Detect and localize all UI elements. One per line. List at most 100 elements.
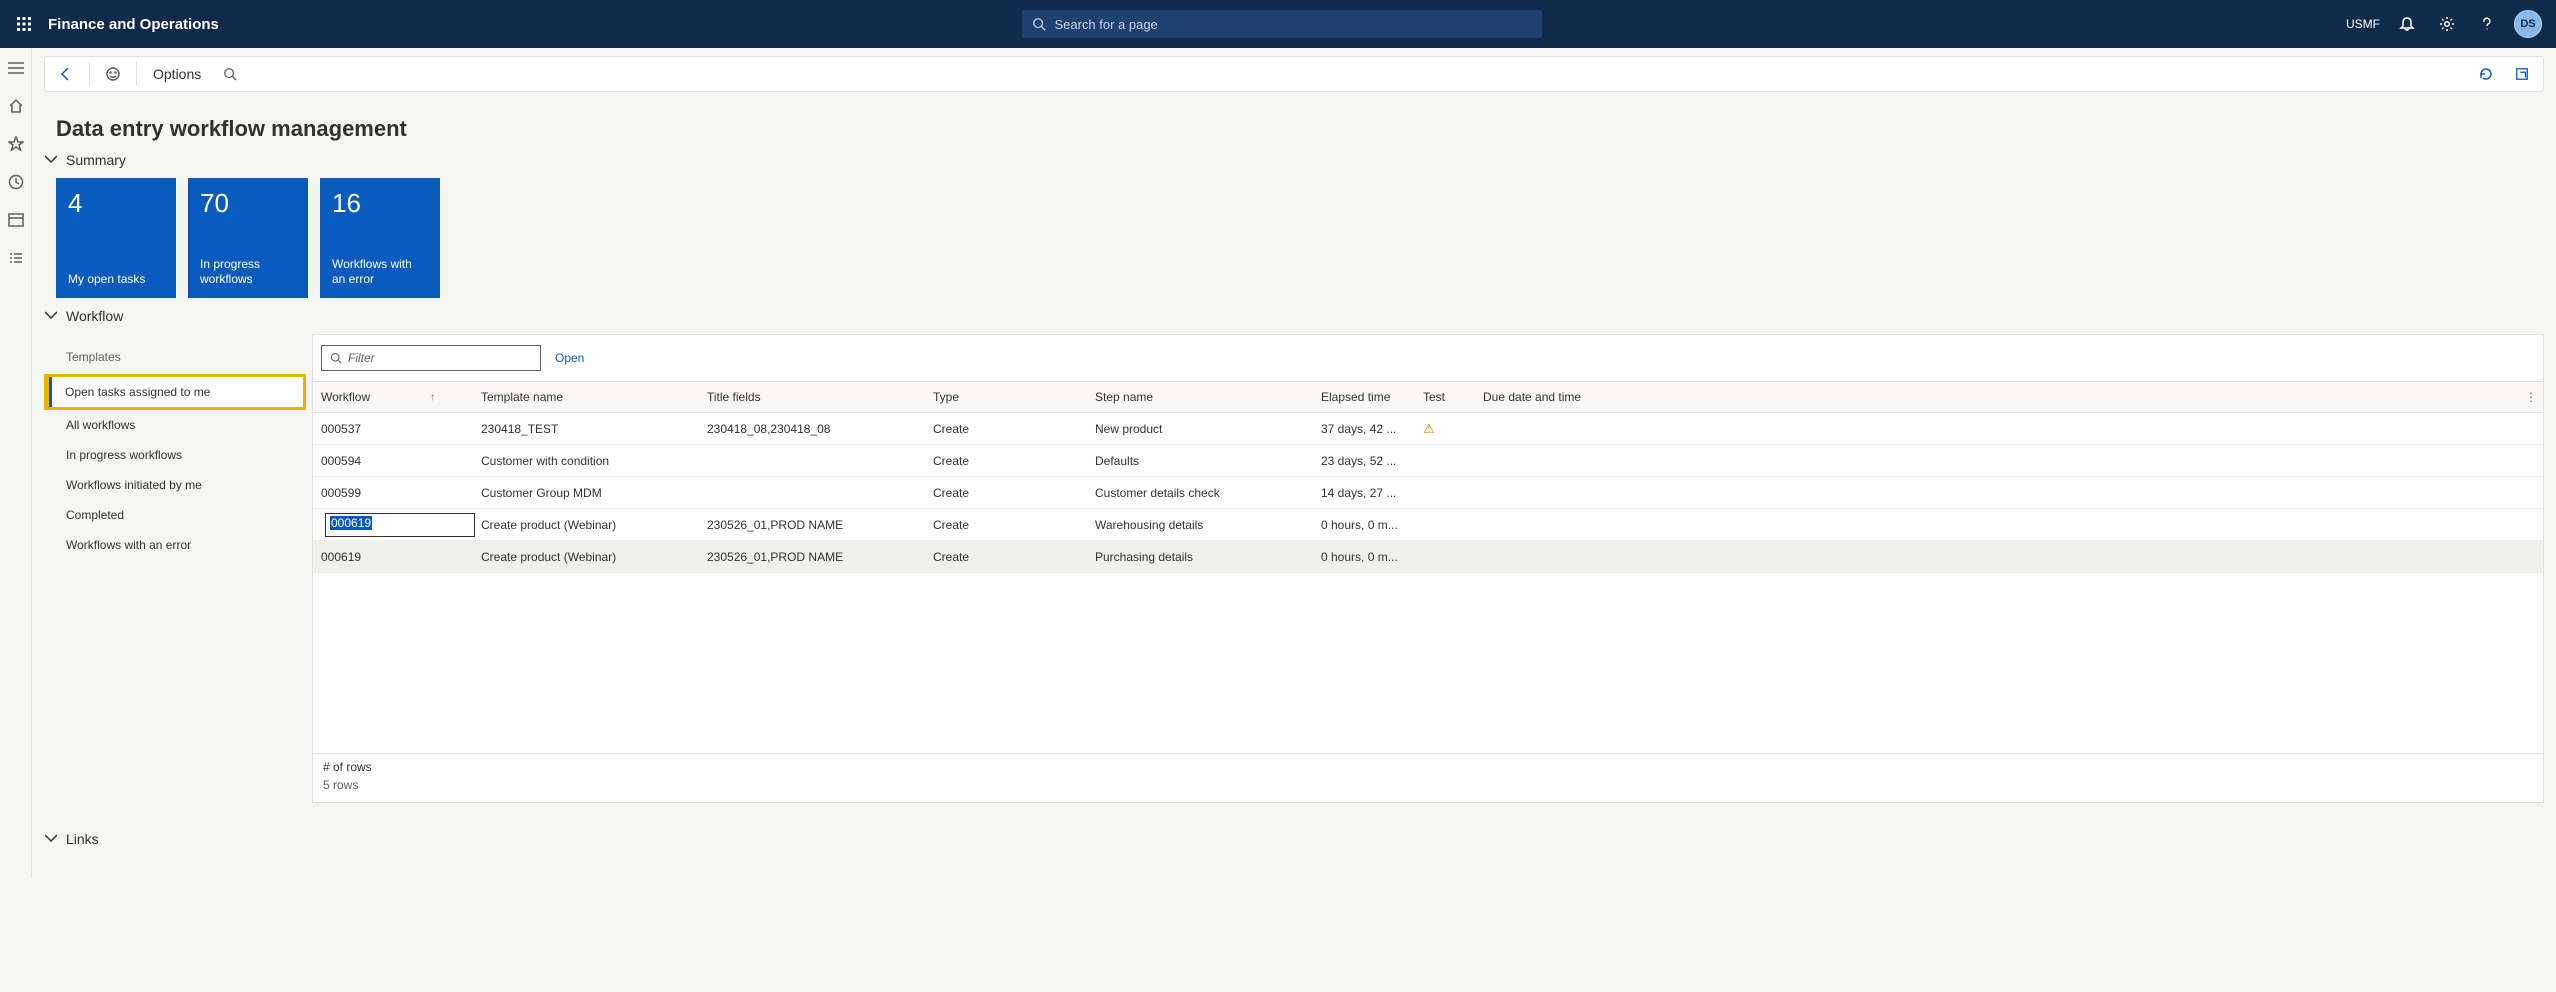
cell-template: 230418_TEST — [473, 422, 699, 436]
tile-with-error[interactable]: 16 Workflows with an error — [320, 178, 440, 298]
cell-workflow: 000619 — [313, 550, 473, 564]
table-row[interactable]: 000619Create product (Webinar)230526_01,… — [313, 541, 2543, 573]
col-type[interactable]: Type — [925, 390, 1087, 404]
col-step[interactable]: Step name — [1087, 390, 1313, 404]
cell-test: ⚠ — [1415, 421, 1475, 437]
waffle-icon[interactable] — [8, 8, 40, 40]
popout-icon[interactable] — [2509, 61, 2535, 87]
table-row[interactable]: 000537230418_TEST230418_08,230418_08Crea… — [313, 413, 2543, 445]
refresh-icon[interactable] — [2473, 61, 2499, 87]
tile-label: My open tasks — [68, 272, 164, 288]
cell-workflow: 000594 — [313, 454, 473, 468]
cell-template: Create product (Webinar) — [473, 518, 699, 532]
cell-elapsed: 37 days, 42 ... — [1313, 422, 1415, 436]
cell-elapsed: 0 hours, 0 m... — [1313, 518, 1415, 532]
column-menu-icon[interactable]: ⋮ — [2525, 390, 2537, 404]
list-item-completed[interactable]: Completed — [44, 500, 306, 530]
summary-label: Summary — [66, 152, 126, 168]
cell-title: 230526_01,PROD NAME — [699, 518, 925, 532]
action-bar: Options — [44, 56, 2544, 92]
cell-elapsed: 0 hours, 0 m... — [1313, 550, 1415, 564]
cell-type: Create — [925, 518, 1087, 532]
col-test[interactable]: Test — [1415, 390, 1475, 404]
global-search[interactable]: Search for a page — [1022, 10, 1542, 38]
rows-label: # of rows — [323, 760, 2533, 774]
cell-elapsed: 23 days, 52 ... — [1313, 454, 1415, 468]
cell-step: New product — [1087, 422, 1313, 436]
filter-placeholder: Filter — [348, 351, 375, 365]
cell-type: Create — [925, 486, 1087, 500]
cell-type: Create — [925, 550, 1087, 564]
user-avatar[interactable]: DS — [2514, 10, 2542, 38]
col-title[interactable]: Title fields — [699, 390, 925, 404]
gear-icon[interactable] — [2434, 11, 2460, 37]
page-title: Data entry workflow management — [56, 116, 2544, 142]
workflow-grid: Filter Open Workflow↑ Template name Titl… — [312, 334, 2544, 803]
col-due[interactable]: Due date and time — [1475, 390, 1675, 404]
table-row[interactable]: 000599Customer Group MDM CreateCustomer d… — [313, 477, 2543, 509]
list-item-all-workflows[interactable]: All workflows — [44, 410, 306, 440]
col-elapsed[interactable]: Elapsed time — [1313, 390, 1415, 404]
cell-title: 230418_08,230418_08 — [699, 422, 925, 436]
workflow-section-header[interactable]: Workflow — [44, 308, 2544, 324]
links-section-header[interactable]: Links — [44, 831, 2544, 847]
cell-type: Create — [925, 422, 1087, 436]
brand-title: Finance and Operations — [48, 16, 219, 33]
list-item-open-tasks[interactable]: Open tasks assigned to me — [44, 374, 306, 410]
cell-title: 230526_01,PROD NAME — [699, 550, 925, 564]
cell-workflow: 000537 — [313, 422, 473, 436]
grid-header: Workflow↑ Template name Title fields Typ… — [313, 381, 2543, 413]
list-item-in-progress[interactable]: In progress workflows — [44, 440, 306, 470]
cell-elapsed: 14 days, 27 ... — [1313, 486, 1415, 500]
filter-input[interactable]: Filter — [321, 345, 541, 371]
list-item-with-error[interactable]: Workflows with an error — [44, 530, 306, 560]
back-button[interactable] — [53, 61, 79, 87]
col-template[interactable]: Template name — [473, 390, 699, 404]
home-icon[interactable] — [6, 96, 26, 116]
cell-workflow: 000599 — [313, 486, 473, 500]
tile-label: In progress workflows — [200, 257, 296, 288]
workflow-label: Workflow — [66, 308, 123, 324]
cell-step: Customer details check — [1087, 486, 1313, 500]
top-bar: Finance and Operations Search for a page… — [0, 0, 2556, 48]
cell-template: Customer Group MDM — [473, 486, 699, 500]
links-label: Links — [66, 831, 99, 847]
warning-icon: ⚠ — [1423, 421, 1435, 436]
company-code[interactable]: USMF — [2346, 17, 2380, 31]
cell-type: Create — [925, 454, 1087, 468]
table-row[interactable]: 000619Create product (Webinar)230526_01,… — [313, 509, 2543, 541]
open-link[interactable]: Open — [555, 351, 584, 365]
sort-asc-icon: ↑ — [430, 392, 435, 403]
cell-template: Create product (Webinar) — [473, 550, 699, 564]
chevron-down-icon — [44, 834, 58, 844]
workflow-templates-list: Templates Open tasks assigned to me All … — [44, 334, 306, 803]
tile-my-open-tasks[interactable]: 4 My open tasks — [56, 178, 176, 298]
summary-section-header[interactable]: Summary — [44, 152, 2544, 168]
modules-icon[interactable] — [6, 248, 26, 268]
notifications-icon[interactable] — [2394, 11, 2420, 37]
cell-step: Warehousing details — [1087, 518, 1313, 532]
chevron-down-icon — [44, 155, 58, 165]
help-icon[interactable] — [2474, 11, 2500, 37]
cell-template: Customer with condition — [473, 454, 699, 468]
cell-workflow[interactable]: 000619 — [313, 513, 473, 537]
cell-step: Defaults — [1087, 454, 1313, 468]
chevron-down-icon — [44, 311, 58, 321]
tile-label: Workflows with an error — [332, 257, 428, 288]
workspace-icon[interactable] — [6, 210, 26, 230]
tile-count: 70 — [200, 188, 296, 219]
table-row[interactable]: 000594Customer with condition CreateDefau… — [313, 445, 2543, 477]
left-nav-rail — [0, 48, 32, 877]
rows-value: 5 rows — [323, 778, 2533, 792]
search-small-icon[interactable] — [217, 61, 243, 87]
list-item-initiated-by-me[interactable]: Workflows initiated by me — [44, 470, 306, 500]
templates-header: Templates — [44, 340, 306, 374]
hamburger-icon[interactable] — [6, 58, 26, 78]
options-tab[interactable]: Options — [147, 66, 207, 82]
col-workflow[interactable]: Workflow↑ — [313, 390, 473, 404]
star-icon[interactable] — [6, 134, 26, 154]
tile-in-progress[interactable]: 70 In progress workflows — [188, 178, 308, 298]
tile-count: 4 — [68, 188, 164, 219]
clock-icon[interactable] — [6, 172, 26, 192]
smiley-icon[interactable] — [100, 61, 126, 87]
